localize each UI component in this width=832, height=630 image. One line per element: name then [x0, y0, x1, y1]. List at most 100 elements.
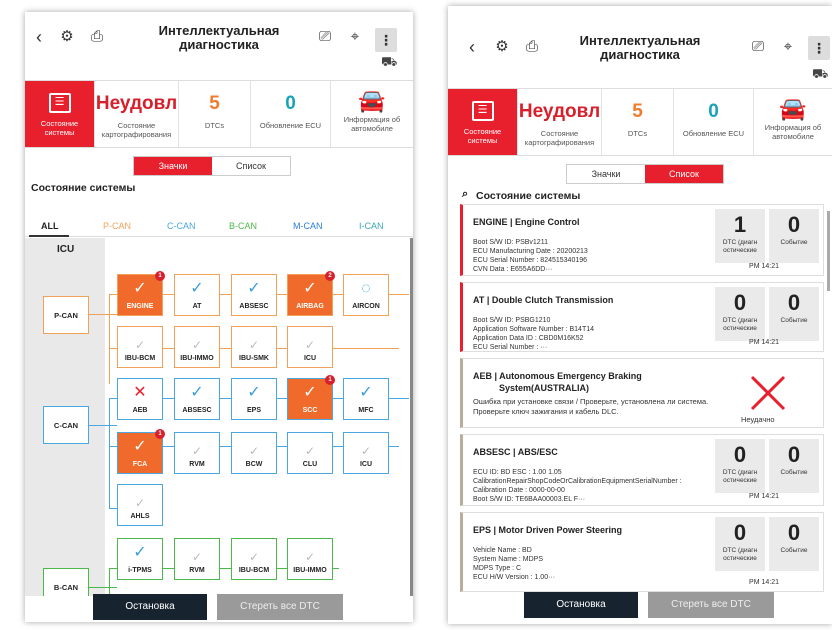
ecu-info-line: Application Software Number : B14T14	[473, 326, 595, 333]
scrollbar[interactable]	[410, 238, 413, 596]
ecu-node-label: ABSESC	[239, 303, 269, 310]
scrollbar[interactable]	[827, 211, 830, 291]
tab-all[interactable]: ALL	[41, 221, 59, 231]
dtc-count-tile[interactable]: 5 DTCs	[602, 89, 674, 155]
dtc-counter[interactable]: 0 DTC (диагн остические	[715, 439, 765, 493]
bus-connector-line	[89, 314, 117, 315]
system-status-tile[interactable]: ☰ Состояние системы	[25, 81, 95, 147]
clear-all-dtc-button[interactable]: Стереть все DTC	[217, 594, 343, 620]
ecu-node-mfc[interactable]: ✓ MFC	[343, 378, 389, 420]
vehicle-info-tile[interactable]: 🚘 Информация об автомобиле	[331, 81, 413, 147]
dtc-count-badge: 2	[325, 271, 335, 281]
event-counter[interactable]: 0 Событие	[769, 439, 819, 493]
car-info-icon: 🚘	[358, 88, 386, 113]
tab-b-can[interactable]: B-CAN	[229, 221, 257, 231]
ecu-card[interactable]: ENGINE | Engine Control Boot S/W ID: PSBv…	[460, 204, 824, 276]
tab-p-can[interactable]: P-CAN	[103, 221, 131, 231]
inactive-check-icon: ✓	[304, 550, 316, 564]
ecu-node-engine[interactable]: ✓ ENGINE 1	[117, 271, 165, 316]
bus-connector-line	[109, 568, 110, 596]
ecu-node-ibu-immo[interactable]: ✓ IBU-IMMO	[174, 326, 220, 368]
ecu-node-label: MFC	[358, 407, 374, 414]
ecu-node-rvm[interactable]: ✓ RVM	[174, 432, 220, 474]
ecu-node-ahls[interactable]: ✓ AHLS	[117, 484, 163, 526]
ecu-node-absesc[interactable]: ✓ ABSESC	[231, 274, 277, 316]
icons-view-button[interactable]: Значки	[134, 157, 212, 175]
dtc-counter-value: 0	[733, 442, 747, 467]
status-label: Неудачно	[741, 415, 775, 424]
ecu-node-label: FCA	[132, 461, 148, 468]
dtc-counter[interactable]: 0 DTC (диагн остические	[715, 517, 765, 571]
ecu-node-ibu-smk[interactable]: ✓ IBU-SMK	[231, 326, 277, 368]
capture-icon[interactable]: ⌖	[345, 28, 365, 46]
ecu-update-tile[interactable]: 0 Обновление ECU	[674, 89, 754, 155]
ecu-node-icu[interactable]: ✓ ICU	[287, 326, 333, 368]
more-menu-icon[interactable]: ⋮	[808, 36, 830, 60]
search-icon[interactable]: ⌕	[462, 188, 468, 201]
page-title: Интеллектуальная диагностика	[579, 33, 701, 62]
ecu-node-label: AEB	[132, 407, 148, 414]
ecu-info-line: ECU ID: BD ESC : 1.00 1.05	[473, 469, 562, 476]
ecu-node-eps[interactable]: ✓ EPS	[231, 378, 277, 420]
bus-b-can[interactable]: B-CAN	[43, 568, 89, 596]
ecu-card[interactable]: AEB | Autonomous Emergency Braking System…	[460, 358, 824, 428]
ecu-node-airbag[interactable]: ✓ AIRBAG 2	[287, 271, 335, 316]
system-status-tile[interactable]: ☰ Состояние системы	[448, 89, 518, 155]
icons-view-screen: ‹ ⚙ ⎙ Интеллектуальная диагностика ⎚ ⌖ ⋮…	[25, 12, 413, 622]
bus-c-can[interactable]: C-CAN	[43, 406, 89, 444]
ecu-node-i-tpms[interactable]: ✓ i-TPMS	[117, 538, 163, 580]
ecu-node-bcw[interactable]: ✓ BCW	[231, 432, 277, 474]
more-menu-icon[interactable]: ⋮	[375, 28, 397, 52]
ecu-node-ibu-bcm[interactable]: ✓ IBU-BCM	[117, 326, 163, 368]
tab-m-can[interactable]: M-CAN	[293, 221, 323, 231]
event-counter[interactable]: 0 Событие	[769, 517, 819, 571]
tab-c-can[interactable]: C-CAN	[167, 221, 196, 231]
ecu-node-aircon[interactable]: ◌ AIRCON	[343, 274, 389, 316]
dtc-counter-label: DTC (диагн остические	[722, 469, 758, 484]
vehicle-info-tile[interactable]: 🚘 Информация об автомобиле	[754, 89, 832, 155]
ecu-node-scc[interactable]: ✓ SCC 1	[287, 375, 335, 420]
ecu-card[interactable]: ABSESC | ABS/ESC ECU ID: BD ESC : 1.00 1.…	[460, 434, 824, 506]
ecu-card[interactable]: AT | Double Clutch Transmission Boot S/W …	[460, 282, 824, 352]
event-counter-value: 0	[787, 290, 801, 315]
ecu-node-icu[interactable]: ✓ ICU	[343, 432, 389, 474]
ecu-node-rvm[interactable]: ✓ RVM	[174, 538, 220, 580]
ecu-node-label: EPS	[246, 407, 261, 414]
event-counter[interactable]: 0 Событие	[769, 209, 819, 263]
ecu-info-line: System Name : MDPS	[473, 556, 544, 563]
icons-view-button[interactable]: Значки	[567, 165, 645, 183]
ecu-node-aeb[interactable]: ✕ AEB	[117, 378, 163, 420]
ecu-info-line: ECU Serial Number : 824515340196	[473, 257, 588, 264]
bus-p-can[interactable]: P-CAN	[43, 296, 89, 334]
ecu-node-absesc[interactable]: ✓ ABSESC	[174, 378, 220, 420]
dtc-count-tile[interactable]: 5 DTCs	[179, 81, 251, 147]
ecu-node-clu[interactable]: ✓ CLU	[287, 432, 333, 474]
view-toggle: Значки Список	[133, 156, 291, 176]
ecu-node-label: SCC	[302, 407, 318, 414]
inactive-check-icon: ✓	[248, 338, 260, 352]
inactive-check-icon: ✓	[134, 338, 146, 352]
ecu-card[interactable]: EPS | Motor Driven Power Steering Vehicle…	[460, 512, 824, 592]
scan-time: PM 14:21	[749, 579, 779, 586]
event-counter[interactable]: 0 Событие	[769, 287, 819, 341]
ecu-update-tile[interactable]: 0 Обновление ECU	[251, 81, 331, 147]
ecu-node-at[interactable]: ✓ AT	[174, 274, 220, 316]
dtc-reset-icon[interactable]: ⎚	[748, 38, 768, 56]
list-view-button[interactable]: Список	[645, 165, 723, 183]
dtc-counter[interactable]: 1 DTC (диагн остические	[715, 209, 765, 263]
top-bar: ‹ ⚙ ⎙ Интеллектуальная диагностика ⎚ ⌖ ⋮…	[448, 6, 832, 81]
clear-all-dtc-button[interactable]: Стереть все DTC	[648, 592, 774, 618]
list-view-button[interactable]: Список	[212, 157, 290, 175]
ecu-node-fca[interactable]: ✓ FCA 1	[117, 429, 165, 474]
stop-button[interactable]: Остановка	[93, 594, 207, 620]
ecu-node-ibu-bcm[interactable]: ✓ IBU-BCM	[231, 538, 277, 580]
dtc-counter[interactable]: 0 DTC (диагн остические	[715, 287, 765, 341]
dtc-reset-icon[interactable]: ⎚	[315, 28, 335, 46]
capture-icon[interactable]: ⌖	[778, 38, 798, 56]
tab-i-can[interactable]: I-CAN	[359, 221, 384, 231]
dtc-counter-value: 0	[733, 290, 747, 315]
ecu-node-ibu-immo[interactable]: ✓ IBU-IMMO	[287, 538, 333, 580]
stop-button[interactable]: Остановка	[524, 592, 638, 618]
ecu-info-line: Vehicle Name : BD	[473, 547, 532, 554]
check-icon: ✓	[303, 384, 317, 401]
